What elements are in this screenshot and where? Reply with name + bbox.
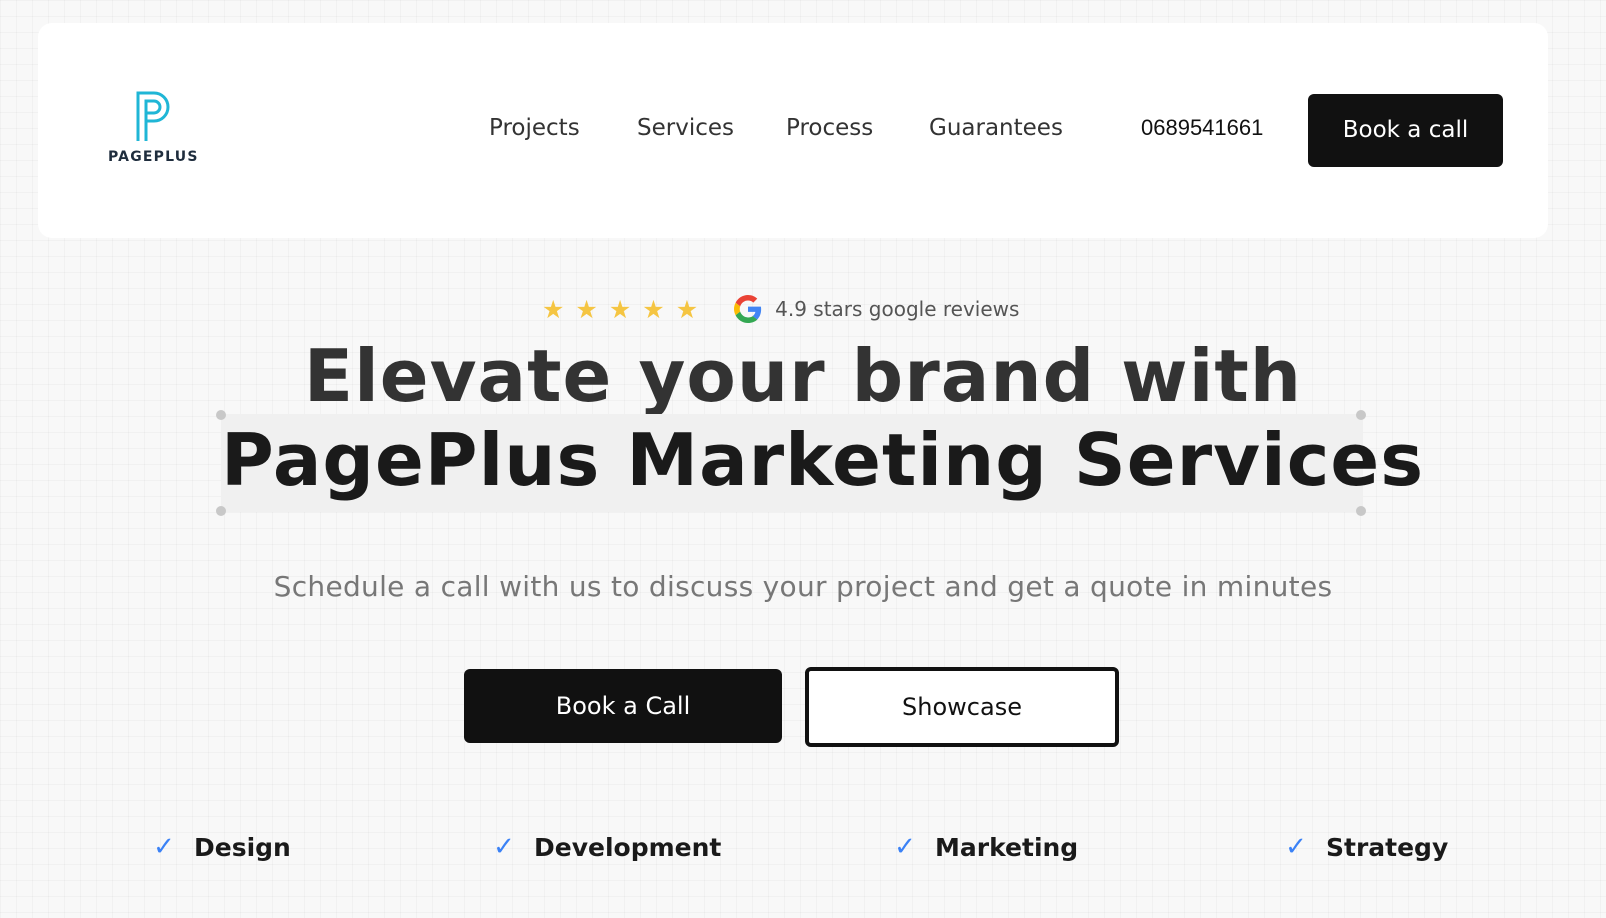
star-icon: ★ bbox=[675, 294, 699, 324]
headline-line-2[interactable]: PagePlus Marketing Services bbox=[221, 414, 1423, 512]
selection-handle[interactable] bbox=[1356, 410, 1366, 420]
nav-link-projects[interactable]: Projects bbox=[489, 115, 580, 141]
selection-handle[interactable] bbox=[216, 506, 226, 516]
feature-label: Strategy bbox=[1326, 832, 1449, 862]
hero-subheadline: Schedule a call with us to discuss your … bbox=[273, 570, 1333, 603]
pageplus-logo-icon bbox=[136, 91, 170, 141]
rating-text: 4.9 stars google reviews bbox=[775, 297, 1020, 321]
nav-link-process[interactable]: Process bbox=[786, 115, 873, 141]
hero-headline: Elevate your brand with bbox=[0, 330, 1606, 422]
showcase-button[interactable]: Showcase bbox=[805, 667, 1119, 747]
star-icon: ★ bbox=[608, 294, 632, 324]
selection-handle[interactable] bbox=[216, 410, 226, 420]
star-icon: ★ bbox=[575, 294, 598, 324]
star-icon: ★ bbox=[542, 294, 565, 324]
feature-strategy: ✓ Strategy bbox=[1278, 832, 1448, 862]
feature-design: ✓ Design bbox=[146, 832, 291, 862]
feature-development: ✓ Development bbox=[486, 832, 721, 862]
check-icon: ✓ bbox=[894, 832, 916, 862]
nav-link-guarantees[interactable]: Guarantees bbox=[929, 115, 1063, 141]
logo[interactable]: PAGEPLUS bbox=[108, 89, 208, 165]
navbar: PAGEPLUS Projects Services Process Guara… bbox=[38, 23, 1548, 238]
headline-line-1: Elevate your brand with bbox=[303, 334, 1303, 418]
feature-label: Marketing bbox=[935, 832, 1079, 862]
check-icon: ✓ bbox=[1285, 832, 1307, 862]
google-rating: ★ ★ ★ ★ ★ 4.9 stars google reviews bbox=[542, 292, 1019, 326]
feature-label: Development bbox=[534, 832, 722, 862]
book-a-call-nav-button[interactable]: Book a call bbox=[1308, 94, 1503, 167]
nav-phone[interactable]: 0689541661 bbox=[1141, 115, 1263, 141]
nav-link-services[interactable]: Services bbox=[637, 115, 734, 141]
star-icon: ★ bbox=[642, 294, 665, 324]
google-icon bbox=[734, 295, 762, 323]
rating-stars: ★ ★ ★ ★ ★ bbox=[542, 297, 698, 322]
selection-handle[interactable] bbox=[1356, 506, 1366, 516]
feature-label: Design bbox=[194, 832, 291, 862]
check-icon: ✓ bbox=[493, 832, 515, 862]
logo-text: PAGEPLUS bbox=[108, 149, 199, 165]
feature-marketing: ✓ Marketing bbox=[887, 832, 1078, 862]
check-icon: ✓ bbox=[153, 832, 175, 862]
book-a-call-button[interactable]: Book a Call bbox=[464, 669, 782, 743]
